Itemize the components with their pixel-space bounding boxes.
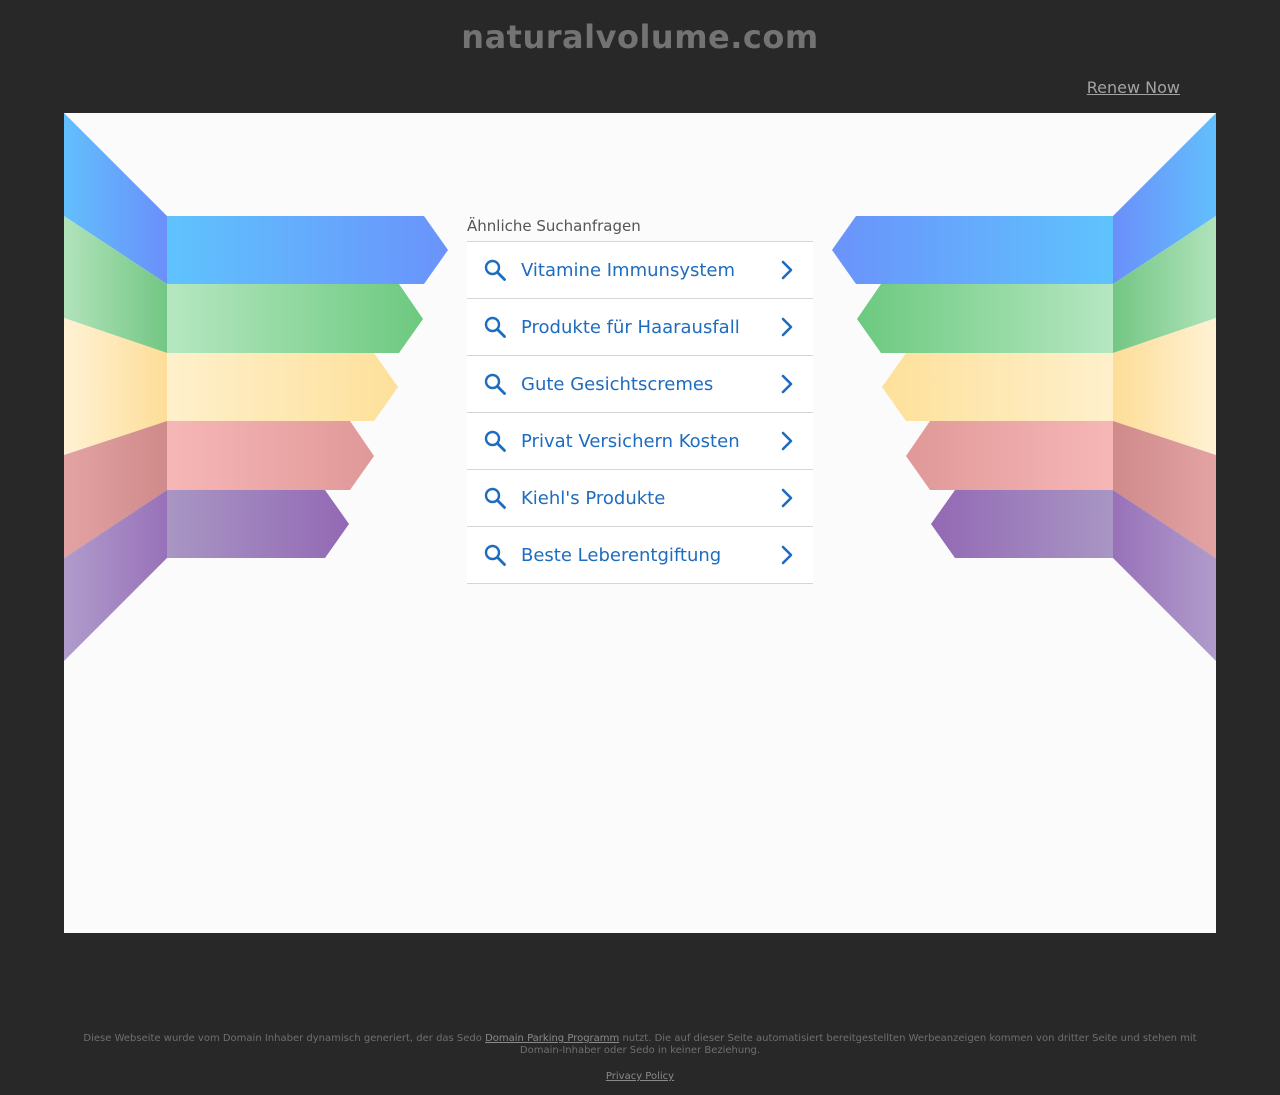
chevron-right-icon <box>777 431 797 451</box>
search-icon <box>483 315 507 339</box>
privacy-policy-link[interactable]: Privacy Policy <box>606 1071 674 1082</box>
privacy-policy: Privacy Policy <box>0 1071 1280 1082</box>
related-searches: Ähnliche Suchanfragen Vitamine Immunsyst… <box>467 213 813 584</box>
chevron-right-icon <box>777 374 797 394</box>
search-icon <box>483 543 507 567</box>
right-band-purple <box>931 490 1113 558</box>
left-band-yellow <box>167 353 398 421</box>
related-search-label: Produkte für Haarausfall <box>521 316 740 338</box>
related-search-item[interactable]: Kiehl's Produkte <box>467 470 813 527</box>
related-search-label: Vitamine Immunsystem <box>521 259 736 281</box>
search-icon <box>483 372 507 396</box>
related-searches-list: Vitamine Immunsystem Produkte für Haarau… <box>467 241 813 584</box>
related-search-item[interactable]: Produkte für Haarausfall <box>467 299 813 356</box>
related-search-label: Privat Versichern Kosten <box>521 430 740 452</box>
related-search-item[interactable]: Beste Leberentgiftung <box>467 527 813 584</box>
chevron-right-icon <box>777 488 797 508</box>
footer-text-after: nutzt. Die auf dieser Seite automatisier… <box>519 1033 1197 1056</box>
search-icon <box>483 486 507 510</box>
left-band-blue <box>167 216 448 284</box>
search-icon <box>483 429 507 453</box>
right-band-green <box>857 284 1113 353</box>
right-band-red <box>906 421 1113 490</box>
parking-content: Ähnliche Suchanfragen Vitamine Immunsyst… <box>64 113 1216 933</box>
right-band-yellow <box>882 353 1113 421</box>
left-band-red <box>167 421 374 490</box>
related-search-label: Gute Gesichtscremes <box>521 373 714 395</box>
left-band-green <box>167 284 423 353</box>
domain-parking-link[interactable]: Domain Parking Programm <box>485 1033 619 1044</box>
chevron-right-icon <box>777 260 797 280</box>
chevron-right-icon <box>777 545 797 565</box>
right-band-blue <box>832 216 1113 284</box>
related-search-item[interactable]: Privat Versichern Kosten <box>467 413 813 470</box>
related-search-item[interactable]: Vitamine Immunsystem <box>467 242 813 299</box>
renew-now-link[interactable]: Renew Now <box>1087 78 1180 97</box>
related-search-item[interactable]: Gute Gesichtscremes <box>467 356 813 413</box>
footer-text-before: Diese Webseite wurde vom Domain Inhaber … <box>83 1033 486 1044</box>
chevron-right-icon <box>777 317 797 337</box>
related-search-label: Beste Leberentgiftung <box>521 544 722 566</box>
search-icon <box>483 258 507 282</box>
related-search-label: Kiehl's Produkte <box>521 487 666 509</box>
domain-title: naturalvolume.com <box>461 18 819 56</box>
left-band-purple <box>167 490 349 558</box>
related-searches-heading: Ähnliche Suchanfragen <box>467 217 641 235</box>
footer-disclaimer: Diese Webseite wurde vom Domain Inhaber … <box>80 1033 1200 1057</box>
